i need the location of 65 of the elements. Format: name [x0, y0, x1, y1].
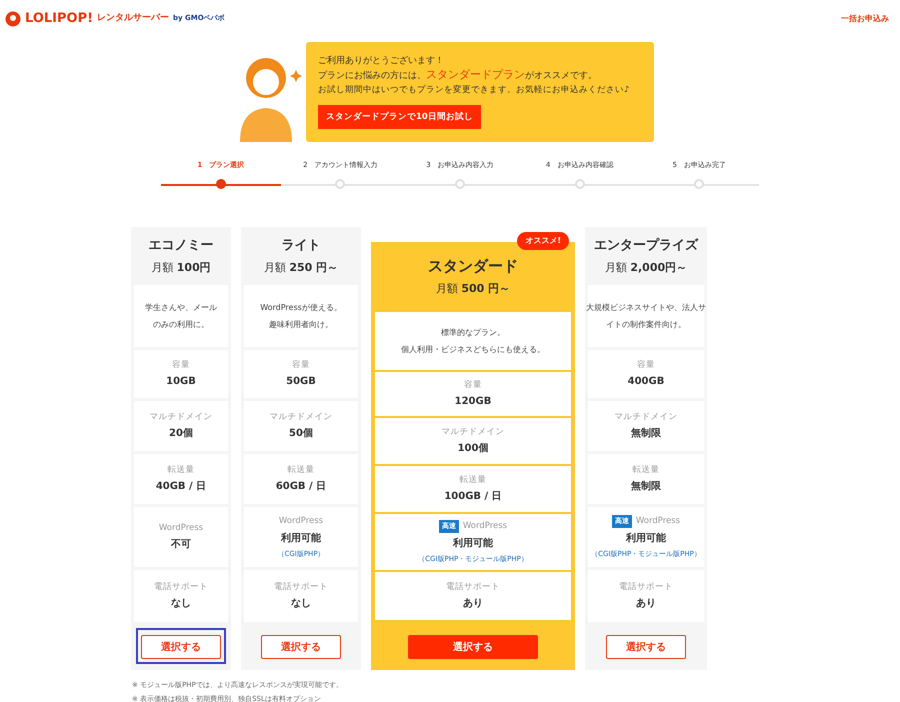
feature-label: 容量	[292, 358, 310, 372]
feature-value: 400GB	[628, 375, 664, 390]
plan-description: 大規模ビジネスサイトや、法人サ イトの制作案件向け。	[586, 302, 706, 331]
plan-name: スタンダード	[428, 256, 518, 276]
feature-label: マルチドメイン	[150, 410, 212, 424]
select-button[interactable]: 選択する	[141, 635, 221, 660]
feature-value: あり	[463, 597, 483, 612]
feature-value: あり	[636, 597, 656, 612]
feature-value: 利用可能	[453, 536, 493, 551]
feature-label: 容量	[464, 378, 482, 392]
feature-value: 50GB	[286, 375, 316, 390]
feature-value: 無制限	[631, 426, 661, 442]
trial-text: お試し期間中はいつでもプランを変更できます。お気軽にお申込みください♪	[318, 84, 630, 97]
recommend-text: プランにお悩みの方には、スタンダードプランがオススメです。	[318, 68, 598, 83]
feature-label: WordPress	[158, 522, 204, 534]
plan-name: ライト	[282, 237, 320, 255]
plan-description: 標準的なプラン。 個人利用・ビジネスどちらにも使える。	[401, 327, 545, 356]
plan-name: エンタープライズ	[594, 236, 698, 255]
feature-label: 転送量	[632, 464, 660, 476]
feature-label: 電話サポート	[619, 580, 673, 594]
select-button[interactable]: 選択する	[408, 635, 538, 660]
plan-price: 月額 250 円～	[264, 260, 338, 276]
feature-value: 20個	[169, 427, 193, 442]
plan-description: 学生さんや、メール のみの利用に。	[145, 302, 217, 331]
feature-value: 100GB / 日	[444, 490, 502, 504]
select-button[interactable]: 選択する	[606, 635, 686, 660]
feature-value: 不可	[171, 538, 191, 552]
plan-price: 月額 500 円～	[436, 281, 510, 297]
plan-name: エコノミー	[148, 237, 214, 255]
feature-value: 120GB	[454, 395, 492, 410]
feature-label: マルチドメイン	[442, 426, 504, 438]
apply-link[interactable]: 一括お申込み	[841, 12, 889, 24]
feature-label: マルチドメイン	[270, 410, 332, 424]
service-name: レンタルサーバー	[97, 12, 170, 25]
feature-value: 無制限	[631, 480, 661, 494]
feature-label: 転送量	[460, 474, 486, 486]
feature-label: 容量	[637, 358, 655, 372]
trial-button[interactable]: スタンダードプランで10日間お試し	[318, 105, 481, 129]
feature-value: 10GB	[166, 375, 196, 390]
plan-description: WordPressが使える。 趣味利用者向け。	[260, 302, 342, 331]
plan-price: 月額 100円	[151, 260, 211, 276]
feature-label: 電話サポート	[446, 580, 500, 594]
feature-label: 転送量	[168, 464, 194, 476]
feature-value: 100個	[458, 442, 488, 456]
feature-label: WordPress	[278, 514, 324, 528]
logo-text: LOLIPOP!	[25, 10, 94, 28]
feature-label: 電話サポート	[274, 580, 328, 594]
feature-value: なし	[171, 597, 191, 612]
recommend-badge: オススメ!	[517, 232, 569, 250]
feature-value: なし	[291, 597, 311, 612]
greeting-text: ご利用ありがとうございます！	[318, 54, 445, 68]
feature-value: 60GB / 日	[276, 480, 326, 494]
feature-value: 40GB / 日	[156, 480, 206, 494]
feature-label: マルチドメイン	[614, 410, 678, 424]
plan-price: 月額 2,000円～	[604, 260, 688, 276]
feature-value: 利用可能	[626, 532, 666, 546]
feature-label: 転送量	[288, 464, 314, 476]
select-button[interactable]: 選択する	[261, 635, 341, 660]
feature-label: WordPress	[462, 520, 508, 533]
feature-label: WordPress	[636, 514, 680, 528]
feature-label: 電話サポート	[154, 580, 208, 594]
feature-label: 容量	[172, 358, 190, 372]
feature-value: 50個	[289, 427, 313, 442]
feature-value: 利用可能	[281, 532, 321, 546]
logo-icon	[5, 10, 21, 26]
